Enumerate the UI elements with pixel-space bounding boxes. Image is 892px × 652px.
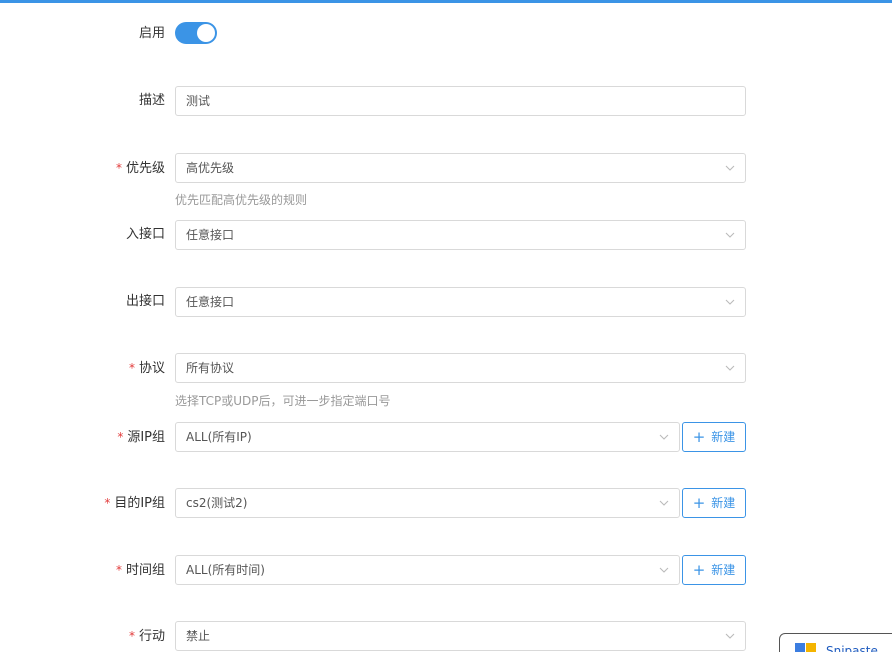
action-row: * 行动 禁止 bbox=[0, 620, 892, 652]
in-interface-label: 入接口 bbox=[125, 227, 165, 242]
action-label: * 行动 bbox=[128, 629, 165, 644]
priority-help-text: 优先匹配高优先级的规则 bbox=[175, 193, 308, 207]
chevron-down-icon bbox=[659, 434, 669, 440]
plus-icon: + bbox=[692, 561, 706, 579]
required-mark: * bbox=[128, 361, 135, 375]
required-mark: * bbox=[117, 430, 124, 444]
src-ip-group-row: * 源IP组 ALL(所有IP) + 新建 bbox=[0, 421, 892, 453]
in-interface-select[interactable]: 任意接口 bbox=[175, 220, 746, 250]
snipaste-logo-icon bbox=[795, 643, 817, 652]
new-dst-ip-group-button[interactable]: + 新建 bbox=[682, 488, 746, 518]
new-src-ip-group-button[interactable]: + 新建 bbox=[682, 422, 746, 452]
snipaste-label: Snipaste bbox=[826, 644, 878, 652]
plus-icon: + bbox=[692, 428, 706, 446]
priority-label: * 优先级 bbox=[115, 161, 165, 176]
description-label: 描述 bbox=[138, 93, 165, 108]
time-group-select[interactable]: ALL(所有时间) bbox=[175, 555, 680, 585]
description-input[interactable]: 测试 bbox=[175, 86, 746, 116]
required-mark: * bbox=[115, 563, 122, 577]
required-mark: * bbox=[115, 161, 122, 175]
chevron-down-icon bbox=[659, 500, 669, 506]
chevron-down-icon bbox=[725, 165, 735, 171]
chevron-down-icon bbox=[659, 567, 669, 573]
new-time-group-button[interactable]: + 新建 bbox=[682, 555, 746, 585]
protocol-select[interactable]: 所有协议 bbox=[175, 353, 746, 383]
out-interface-label: 出接口 bbox=[125, 294, 165, 309]
required-mark: * bbox=[128, 629, 135, 643]
dst-ip-group-select[interactable]: cs2(测试2) bbox=[175, 488, 680, 518]
chevron-down-icon bbox=[725, 299, 735, 305]
enable-label: 启用 bbox=[138, 26, 165, 41]
snipaste-badge[interactable]: Snipaste bbox=[779, 633, 892, 652]
protocol-label: * 协议 bbox=[128, 361, 165, 376]
enable-toggle[interactable] bbox=[175, 22, 217, 44]
chevron-down-icon bbox=[725, 232, 735, 238]
out-interface-select[interactable]: 任意接口 bbox=[175, 287, 746, 317]
plus-icon: + bbox=[692, 494, 706, 512]
time-group-label: * 时间组 bbox=[115, 563, 165, 578]
description-row: 描述 测试 bbox=[0, 85, 892, 117]
top-accent-line bbox=[0, 0, 892, 3]
action-select[interactable]: 禁止 bbox=[175, 621, 746, 651]
priority-select[interactable]: 高优先级 bbox=[175, 153, 746, 183]
dst-ip-group-label: * 目的IP组 bbox=[104, 496, 165, 511]
src-ip-group-select[interactable]: ALL(所有IP) bbox=[175, 422, 680, 452]
protocol-row: * 协议 所有协议 bbox=[0, 352, 892, 384]
chevron-down-icon bbox=[725, 633, 735, 639]
chevron-down-icon bbox=[725, 365, 735, 371]
protocol-help-text: 选择TCP或UDP后，可进一步指定端口号 bbox=[175, 394, 391, 408]
enable-row: 启用 bbox=[0, 18, 892, 50]
priority-row: * 优先级 高优先级 bbox=[0, 152, 892, 184]
time-group-row: * 时间组 ALL(所有时间) + 新建 bbox=[0, 554, 892, 586]
dst-ip-group-row: * 目的IP组 cs2(测试2) + 新建 bbox=[0, 487, 892, 519]
toggle-knob bbox=[197, 24, 215, 42]
required-mark: * bbox=[104, 496, 111, 510]
out-interface-row: 出接口 任意接口 bbox=[0, 286, 892, 318]
src-ip-group-label: * 源IP组 bbox=[117, 430, 165, 445]
in-interface-row: 入接口 任意接口 bbox=[0, 219, 892, 251]
